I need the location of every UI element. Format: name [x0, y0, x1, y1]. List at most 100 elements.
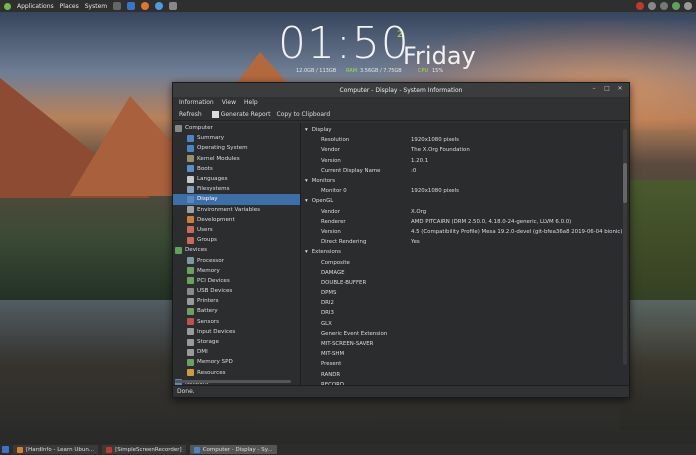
tree-item-devices[interactable]: Devices: [173, 245, 300, 255]
tree-item-boots[interactable]: Boots: [173, 164, 300, 174]
details-scrollbar-thumb[interactable]: [623, 163, 627, 203]
details-row[interactable]: DOUBLE-BUFFER: [301, 278, 629, 288]
tree-item-battery[interactable]: Battery: [173, 306, 300, 316]
details-row[interactable]: GLX: [301, 319, 629, 329]
details-row[interactable]: DAMAGE: [301, 268, 629, 278]
conky-cpu: 15%: [432, 68, 444, 74]
details-key: Monitor 0: [321, 188, 347, 195]
taskbar-task-button[interactable]: [HardInfo - Learn Ubun...: [13, 445, 99, 454]
menu-help[interactable]: Help: [244, 99, 258, 106]
expander-arrow-icon[interactable]: ▾: [305, 127, 308, 133]
tree-item-input-devices[interactable]: Input Devices: [173, 327, 300, 337]
tree-item-storage[interactable]: Storage: [173, 337, 300, 347]
tree-item-sensors[interactable]: Sensors: [173, 317, 300, 327]
close-icon[interactable]: ✕: [617, 86, 623, 92]
tree-item-display[interactable]: Display: [173, 194, 300, 205]
update-tray-icon[interactable]: [648, 2, 656, 10]
generate-report-label: Generate Report: [220, 110, 271, 118]
expander-arrow-icon[interactable]: ▾: [305, 249, 308, 255]
details-row[interactable]: Vendor X.Org: [301, 207, 629, 217]
network-tray-icon[interactable]: [660, 2, 668, 10]
maximize-icon[interactable]: □: [604, 86, 610, 92]
tree-item-pci-devices[interactable]: PCI Devices: [173, 276, 300, 286]
details-row[interactable]: Present: [301, 359, 629, 369]
firefox-launcher-icon[interactable]: [141, 2, 150, 10]
tree-item-users[interactable]: Users: [173, 225, 300, 235]
details-section-header[interactable]: ▾ Monitors: [301, 176, 629, 186]
details-row[interactable]: DRI2: [301, 298, 629, 308]
menu-information[interactable]: Information: [179, 99, 214, 106]
details-row[interactable]: Resolution 1920x1080 pixels: [301, 135, 629, 145]
taskbar-task-button[interactable]: [SimpleScreenRecorder]: [102, 445, 186, 454]
show-desktop-icon[interactable]: [2, 446, 9, 453]
tree-item-resources[interactable]: Resources: [173, 368, 300, 378]
taskbar-task-button[interactable]: Computer - Display - Sy...: [189, 445, 277, 454]
details-row[interactable]: DPMS: [301, 288, 629, 298]
generate-report-button[interactable]: Generate Report: [211, 110, 271, 118]
window-titlebar[interactable]: Computer - Display - System Information …: [173, 83, 629, 97]
tree-item-label: Storage: [197, 339, 219, 346]
details-row[interactable]: Current Display Name:0: [301, 166, 629, 176]
details-row[interactable]: Version 1.20.1: [301, 156, 629, 166]
power-tray-icon[interactable]: [684, 2, 692, 10]
tree-item-processor[interactable]: Processor: [173, 255, 300, 265]
menu-places[interactable]: Places: [60, 3, 79, 10]
tree-item-dmi[interactable]: DMI: [173, 347, 300, 357]
tree-item-filesystems[interactable]: Filesystems: [173, 184, 300, 194]
details-key: GLX: [321, 320, 332, 327]
details-value: The X.Org Foundation: [411, 147, 470, 154]
expander-arrow-icon[interactable]: ▾: [305, 178, 308, 184]
tree-item-summary[interactable]: Summary: [173, 133, 300, 143]
tree-item-environment-variables[interactable]: Environment Variables: [173, 205, 300, 215]
tree-item-printers[interactable]: Printers: [173, 296, 300, 306]
details-row[interactable]: Vendor The X.Org Foundation: [301, 145, 629, 155]
details-row[interactable]: MIT-SCREEN-SAVER: [301, 339, 629, 349]
tree-horizontal-scrollbar[interactable]: [175, 380, 291, 383]
tree-item-icon: [187, 155, 194, 163]
tree-item-memory-spd[interactable]: Memory SPD: [173, 357, 300, 367]
tree-item-label: Battery: [197, 308, 218, 315]
menu-view[interactable]: View: [222, 99, 236, 106]
expander-arrow-icon[interactable]: ▾: [305, 198, 308, 204]
details-value: Yes: [411, 239, 420, 246]
monitor-launcher-icon[interactable]: [169, 2, 178, 10]
details-row[interactable]: Monitor 0 1920x1080 pixels: [301, 186, 629, 196]
recorder-tray-icon[interactable]: [636, 2, 644, 10]
mint-logo-icon[interactable]: [4, 2, 11, 10]
tree-item-memory[interactable]: Memory: [173, 266, 300, 276]
tree-item-usb-devices[interactable]: USB Devices: [173, 286, 300, 296]
details-section-header[interactable]: ▾ Extensions: [301, 247, 629, 257]
details-section-header[interactable]: ▾ Display: [301, 125, 629, 135]
details-key: DAMAGE: [321, 269, 345, 276]
details-row[interactable]: RANDR: [301, 370, 629, 380]
category-tree: Computer Summary Operating System Kernel Mo…: [173, 123, 301, 385]
details-row[interactable]: Version 4.5 (Compatibility Profile) Mesa …: [301, 227, 629, 237]
details-row[interactable]: Generic Event Extension: [301, 329, 629, 339]
minimize-icon[interactable]: –: [591, 86, 597, 92]
details-row[interactable]: DRI3: [301, 308, 629, 318]
tree-item-computer[interactable]: Computer: [173, 123, 300, 133]
tree-item-languages[interactable]: Languages: [173, 174, 300, 184]
tree-item-groups[interactable]: Groups: [173, 235, 300, 245]
report-icon: [211, 110, 219, 118]
shield-tray-icon[interactable]: [672, 2, 680, 10]
details-row[interactable]: Renderer AMD PITCAIRN (DRM 2.50.0, 4.18.0…: [301, 217, 629, 227]
refresh-button[interactable]: Refresh: [179, 111, 202, 118]
terminal-launcher-icon[interactable]: [113, 2, 122, 10]
details-row[interactable]: Direct Rendering Yes: [301, 237, 629, 247]
details-row[interactable]: Composite: [301, 257, 629, 267]
details-key: Generic Event Extension: [321, 330, 388, 337]
details-row[interactable]: MIT-SHM: [301, 349, 629, 359]
tree-item-kernel-modules[interactable]: Kernel Modules: [173, 154, 300, 164]
copy-button[interactable]: Copy to Clipboard: [277, 111, 331, 118]
toolbar: Refresh Generate Report Copy to Clipboar…: [173, 108, 629, 121]
files-launcher-icon[interactable]: [127, 2, 136, 10]
menu-applications[interactable]: Applications: [17, 3, 54, 10]
details-value: 1920x1080 pixels: [411, 188, 459, 195]
tree-item-icon: [187, 175, 194, 183]
menu-system[interactable]: System: [85, 3, 107, 10]
chrome-launcher-icon[interactable]: [155, 2, 164, 10]
tree-item-operating-system[interactable]: Operating System: [173, 143, 300, 153]
details-section-header[interactable]: ▾ OpenGL: [301, 196, 629, 206]
tree-item-development[interactable]: Development: [173, 215, 300, 225]
